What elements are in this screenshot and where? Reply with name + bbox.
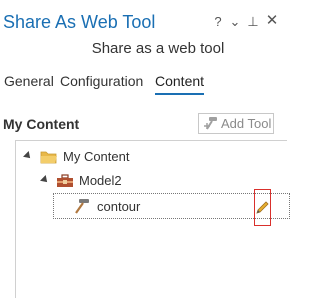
- content-tree: My Content Model2 contour: [15, 140, 290, 298]
- tree-node-label: My Content: [63, 149, 130, 164]
- pencil-icon: [256, 201, 269, 214]
- toolbox-icon: [57, 174, 73, 187]
- tab-strip: General Configuration Content: [0, 73, 290, 97]
- tab-general[interactable]: General: [4, 73, 54, 89]
- add-tool-icon: [204, 117, 217, 130]
- section-heading: My Content: [3, 116, 80, 132]
- tab-content[interactable]: Content: [155, 73, 205, 95]
- edit-tool-button[interactable]: [254, 189, 271, 226]
- folder-icon: [40, 151, 57, 164]
- tab-configuration[interactable]: Configuration: [60, 73, 143, 89]
- add-tool-button[interactable]: Add Tool: [198, 113, 274, 134]
- panel-titlebar: Share As Web Tool ? ⌄ ⊥ ✕: [0, 0, 290, 40]
- pin-icon[interactable]: ⊥: [246, 15, 260, 29]
- panel-title: Share As Web Tool: [3, 12, 156, 32]
- expand-toggle-icon[interactable]: [23, 151, 33, 161]
- help-icon[interactable]: ?: [211, 15, 225, 29]
- tree-node-my-content[interactable]: My Content: [16, 148, 276, 168]
- panel-subtitle: Share as a web tool: [91, 40, 225, 57]
- tree-node-label: Model2: [79, 173, 122, 188]
- hammer-icon: [75, 199, 89, 214]
- options-menu-icon[interactable]: ⌄: [228, 15, 242, 29]
- tree-node-model2[interactable]: Model2: [16, 172, 276, 192]
- tree-node-label: contour: [97, 199, 141, 214]
- close-icon[interactable]: ✕: [265, 13, 279, 28]
- expand-toggle-icon[interactable]: [40, 175, 50, 185]
- add-tool-label: Add Tool: [221, 116, 272, 131]
